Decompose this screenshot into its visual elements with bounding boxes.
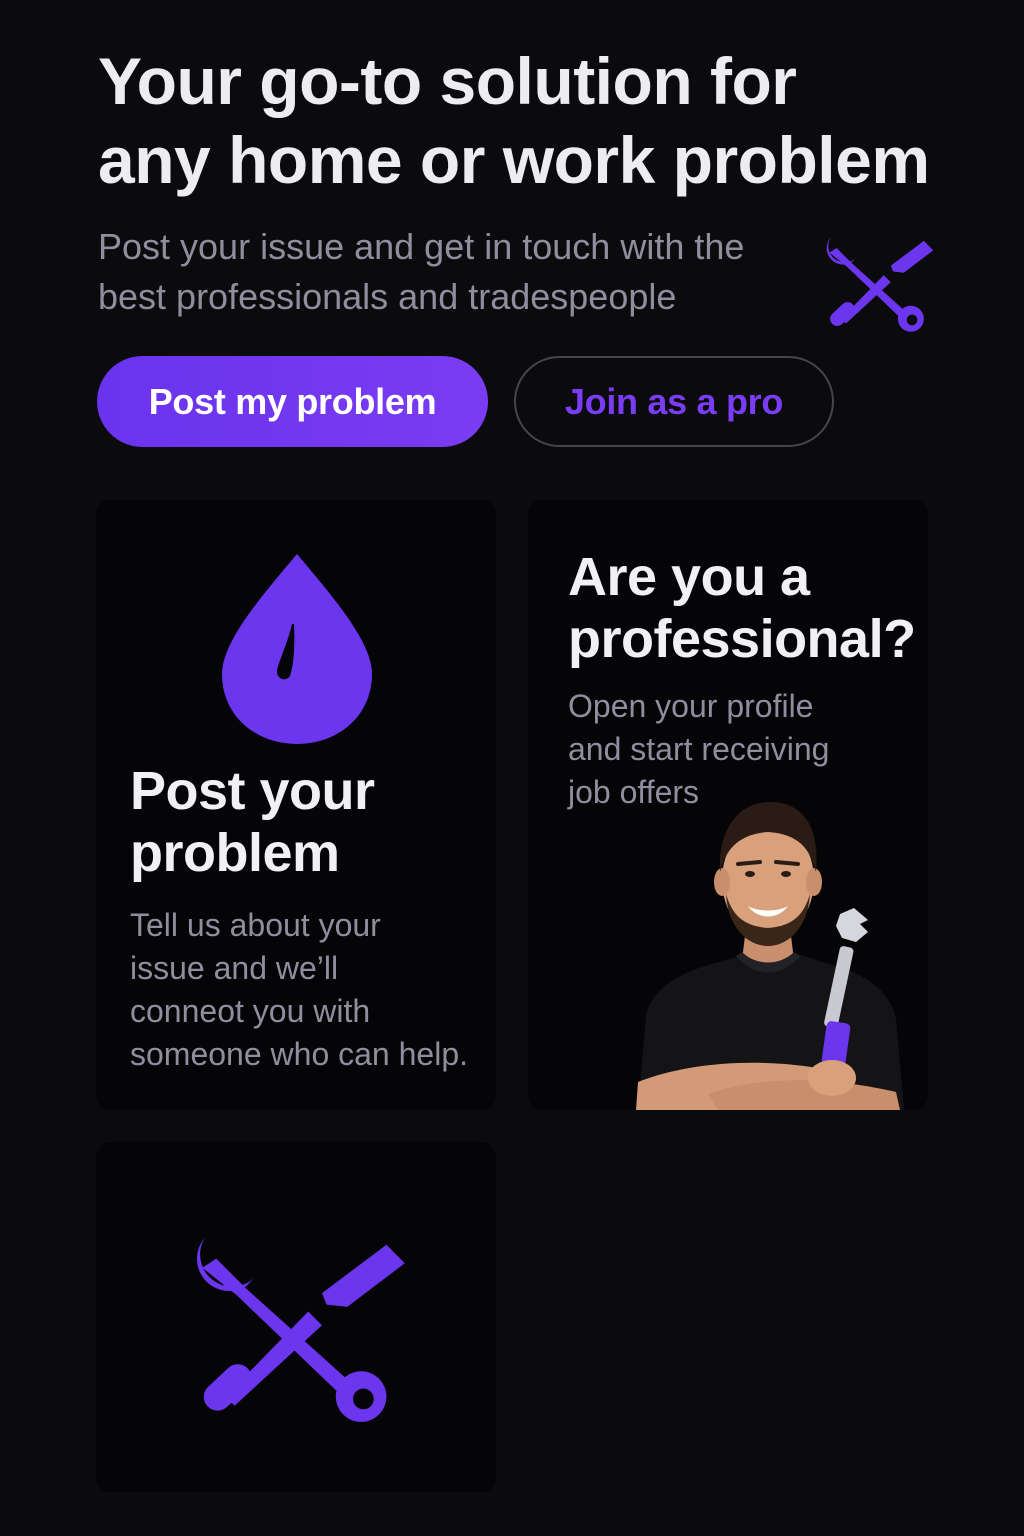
post-problem-button[interactable]: Post my problem [97,356,488,447]
hero-subtitle: Post your issue and get in touch with th… [98,222,818,322]
hero-title: Your go-to solution for any home or work… [98,42,998,200]
tools-icon [826,237,934,332]
post-card-text-line: conneot you with [130,993,371,1029]
hero-subtitle-line: Post your issue and get in touch with th… [98,226,745,267]
pro-card-title-line: professional? [568,609,916,669]
post-card-title-line: Post your [130,761,375,821]
join-as-pro-button-label: Join as a pro [564,380,784,422]
post-problem-button-label: Post my problem [148,380,437,422]
post-card-title-line: problem [130,823,340,883]
hero-title-line: Your go-to solution for [98,44,797,118]
join-as-pro-button[interactable]: Join as a pro [514,356,834,447]
professional-photo [636,802,904,1110]
pro-card-text-line: and start receiving [568,731,830,767]
pro-card-title-line: Are you a [568,547,810,607]
water-drop-icon [222,554,372,744]
hero-subtitle-line: best professionals and tradespeople [98,276,677,317]
tools-card [96,1142,496,1492]
post-problem-card[interactable]: Post your problem Tell us about your iss… [96,500,496,1110]
post-card-text-line: issue and we’ll [130,950,339,986]
post-card-title: Post your problem [130,760,375,884]
professional-card[interactable]: Are you a professional? Open your profil… [528,500,928,1110]
post-card-text-line: someone who can help. [130,1036,468,1072]
pro-card-text: Open your profile and start receiving jo… [568,685,829,814]
hero-title-line: any home or work problem [98,123,930,197]
pro-card-title: Are you a professional? [568,546,916,670]
post-card-text-line: Tell us about your [130,907,381,943]
tools-icon [197,1237,405,1422]
post-card-text: Tell us about your issue and we’ll conne… [130,904,468,1076]
pro-card-text-line: Open your profile [568,688,814,724]
